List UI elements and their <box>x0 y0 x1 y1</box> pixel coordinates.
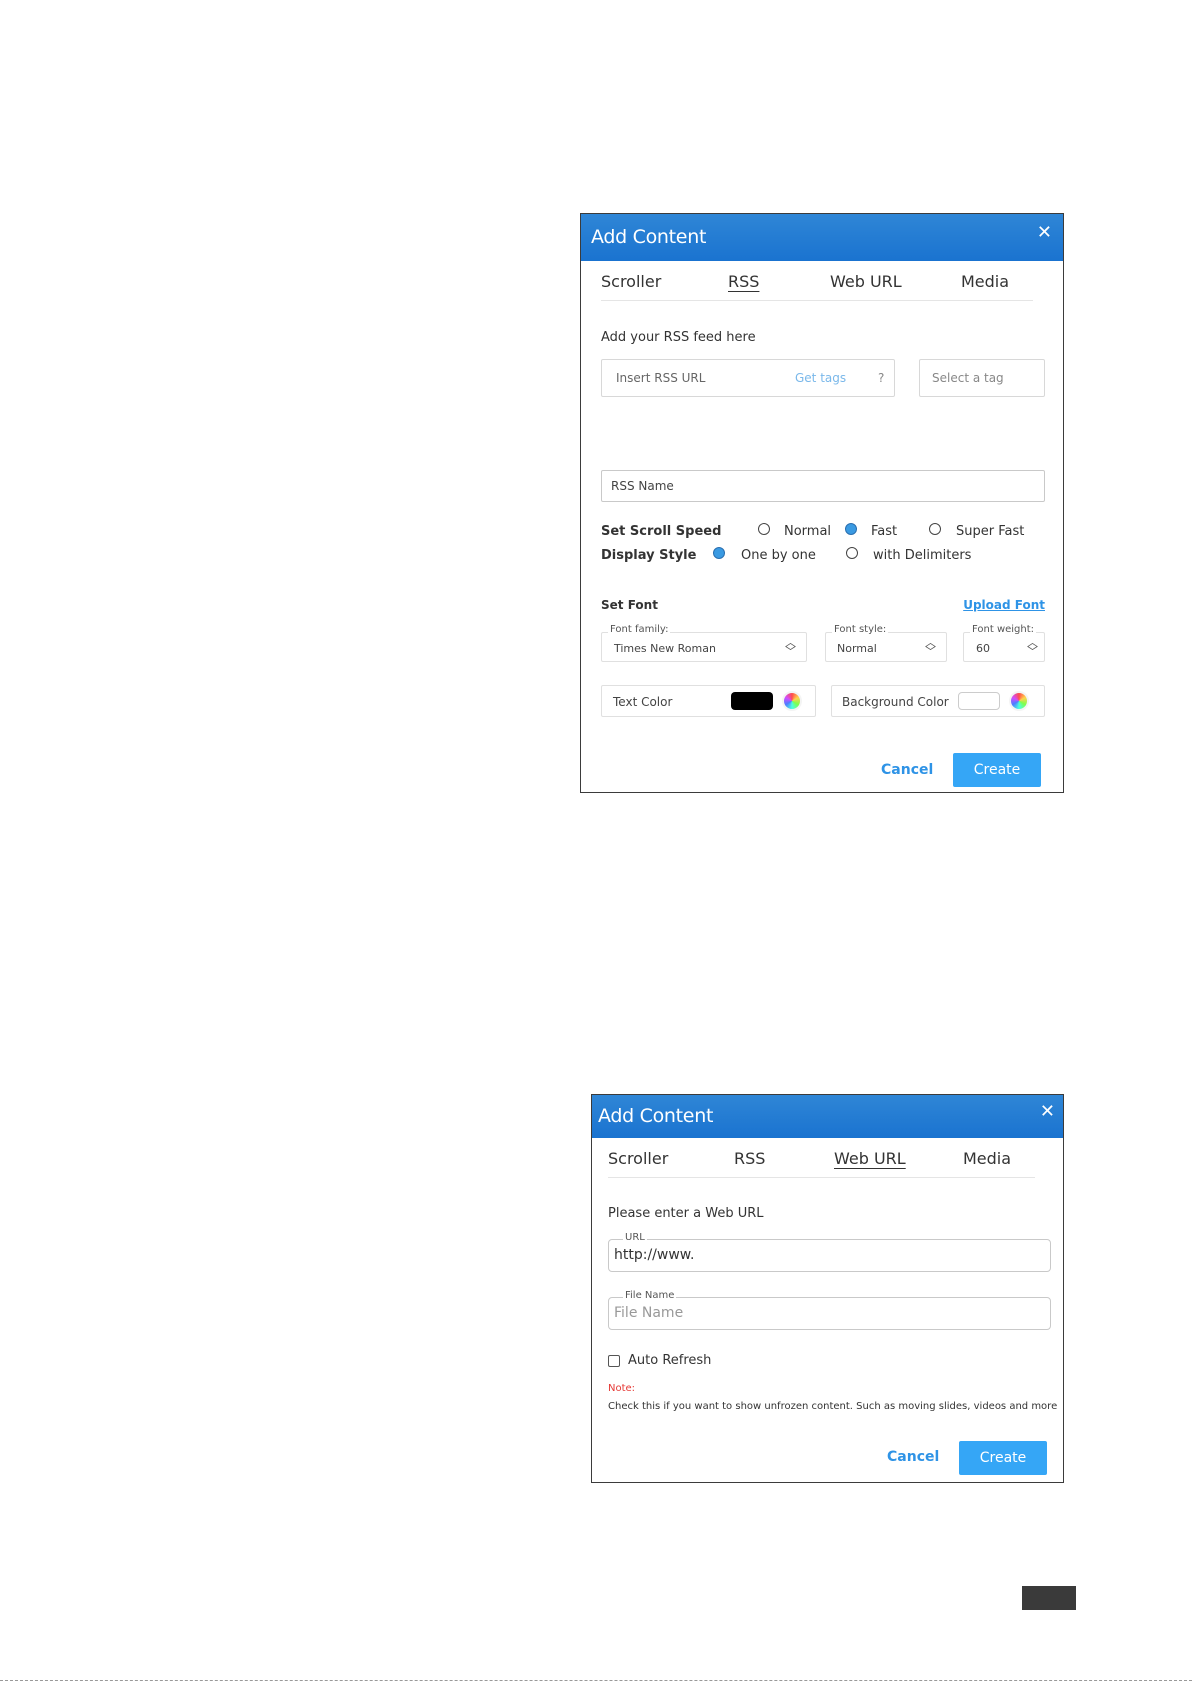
radio-speed-fast[interactable] <box>845 523 857 535</box>
tab-web-url[interactable]: Web URL <box>830 272 902 291</box>
font-style-value: Normal <box>837 642 877 655</box>
radio-speed-super-fast[interactable] <box>929 523 941 535</box>
note-label: Note: <box>608 1383 636 1394</box>
font-family-legend: Font family: <box>608 624 671 635</box>
cancel-button[interactable]: Cancel <box>881 762 933 778</box>
text-color-label: Text Color <box>613 695 673 709</box>
radio-with-delimiters-label: with Delimiters <box>873 548 972 563</box>
url-input[interactable]: URL http://www. <box>608 1232 1051 1272</box>
color-wheel-icon[interactable] <box>1009 691 1029 711</box>
tag-select[interactable]: Select a tag <box>919 359 1045 397</box>
display-style-label: Display Style <box>601 548 697 563</box>
radio-one-by-one[interactable] <box>713 547 725 559</box>
text-color-picker: Text Color <box>601 685 816 717</box>
dialog-header: Add Content ✕ <box>592 1095 1063 1138</box>
tab-media[interactable]: Media <box>961 272 1009 291</box>
font-weight-legend: Font weight: <box>970 624 1037 635</box>
tab-bar: Scroller RSS Web URL Media <box>608 1139 1035 1178</box>
auto-refresh-label: Auto Refresh <box>628 1353 712 1368</box>
close-icon[interactable]: ✕ <box>1037 222 1052 242</box>
color-wheel-icon[interactable] <box>782 691 802 711</box>
chevron-updown-icon: ︿ ﹀ <box>1027 637 1038 658</box>
close-icon[interactable]: ✕ <box>1040 1101 1055 1121</box>
rss-name-placeholder: RSS Name <box>611 479 674 493</box>
cancel-button[interactable]: Cancel <box>887 1449 939 1465</box>
tab-rss[interactable]: RSS <box>734 1149 765 1168</box>
radio-one-by-one-label: One by one <box>741 548 816 563</box>
dialog-title: Add Content <box>591 226 707 248</box>
file-name-legend: File Name <box>623 1290 677 1301</box>
background-color-label: Background Color <box>842 695 949 709</box>
font-family-select[interactable]: Font family: Times New Roman ︿ ﹀ <box>601 624 807 662</box>
create-button[interactable]: Create <box>959 1441 1047 1475</box>
add-content-dialog-rss: Add Content ✕ Scroller RSS Web URL Media… <box>580 213 1064 793</box>
radio-speed-normal-label: Normal <box>784 524 832 539</box>
rss-name-input[interactable]: RSS Name <box>601 470 1045 502</box>
radio-speed-fast-label: Fast <box>871 524 898 539</box>
font-style-select[interactable]: Font style: Normal ︿ ﹀ <box>825 624 947 662</box>
font-weight-select[interactable]: Font weight: 60 ︿ ﹀ <box>963 624 1045 662</box>
dialog-title: Add Content <box>598 1105 714 1127</box>
file-name-input[interactable]: File Name File Name <box>608 1290 1051 1330</box>
web-url-intro-text: Please enter a Web URL <box>608 1206 764 1221</box>
get-tags-link[interactable]: Get tags <box>795 371 846 385</box>
create-button[interactable]: Create <box>953 753 1041 787</box>
help-icon[interactable]: ? <box>878 371 884 385</box>
background-color-swatch[interactable] <box>958 692 1000 710</box>
tab-bar: Scroller RSS Web URL Media <box>601 262 1033 301</box>
tab-scroller[interactable]: Scroller <box>608 1149 668 1168</box>
url-legend: URL <box>623 1232 647 1243</box>
page-bottom-dashed-line <box>0 1680 1192 1681</box>
set-font-label: Set Font <box>601 598 658 612</box>
rss-intro-text: Add your RSS feed here <box>601 330 756 345</box>
text-color-swatch[interactable] <box>731 692 773 710</box>
font-family-value: Times New Roman <box>614 642 716 655</box>
page-number-tab <box>1022 1586 1076 1610</box>
auto-refresh-checkbox[interactable] <box>608 1355 620 1367</box>
radio-with-delimiters[interactable] <box>846 547 858 559</box>
font-style-legend: Font style: <box>832 624 889 635</box>
tab-rss[interactable]: RSS <box>728 272 759 291</box>
chevron-updown-icon: ︿ ﹀ <box>925 637 936 658</box>
font-weight-value: 60 <box>976 642 990 655</box>
tab-scroller[interactable]: Scroller <box>601 272 661 291</box>
rss-url-input[interactable]: Insert RSS URL Get tags ? <box>601 359 895 397</box>
radio-speed-normal[interactable] <box>758 523 770 535</box>
radio-speed-super-fast-label: Super Fast <box>956 524 1025 539</box>
file-name-placeholder: File Name <box>614 1305 684 1321</box>
rss-url-placeholder: Insert RSS URL <box>616 371 706 385</box>
upload-font-link[interactable]: Upload Font <box>963 598 1045 612</box>
note-text: Check this if you want to show unfrozen … <box>608 1401 1058 1412</box>
tab-web-url[interactable]: Web URL <box>834 1149 906 1168</box>
scroll-speed-label: Set Scroll Speed <box>601 524 722 539</box>
background-color-picker: Background Color <box>831 685 1045 717</box>
url-value: http://www. <box>614 1247 695 1263</box>
tag-select-placeholder: Select a tag <box>932 371 1004 385</box>
add-content-dialog-web-url: Add Content ✕ Scroller RSS Web URL Media… <box>591 1094 1064 1483</box>
tab-media[interactable]: Media <box>963 1149 1011 1168</box>
chevron-updown-icon: ︿ ﹀ <box>785 637 796 658</box>
dialog-header: Add Content ✕ <box>581 214 1063 261</box>
